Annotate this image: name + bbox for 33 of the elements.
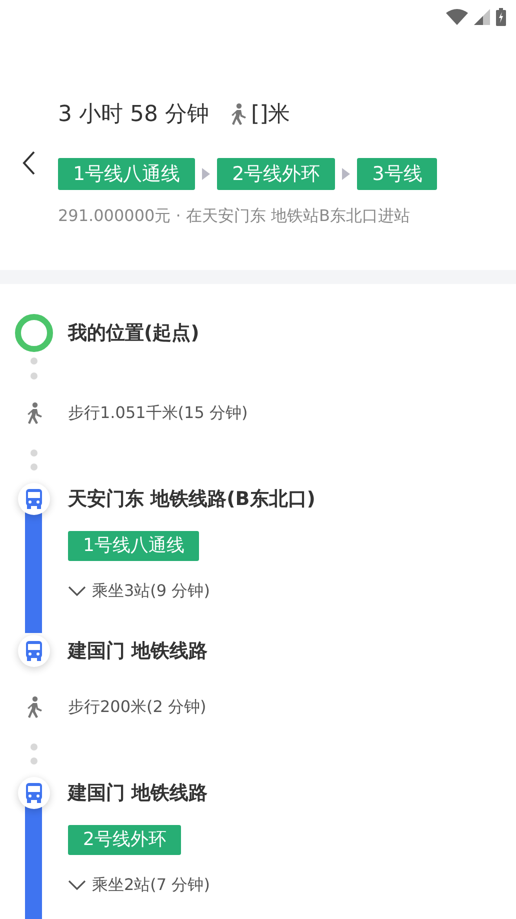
ride-info[interactable]: 乘坐3站(9 分钟) — [92, 580, 210, 602]
line-tag: 3号线 — [357, 158, 438, 190]
expand-icon[interactable] — [68, 880, 86, 890]
dotted-connector — [30, 357, 38, 381]
walk-instruction: 步行200米(2 分钟) — [68, 696, 206, 718]
start-marker — [15, 314, 53, 352]
bus-icon — [25, 641, 43, 661]
line-tag: 2号线外环 — [68, 825, 182, 855]
arrow-icon — [342, 168, 350, 180]
wifi-icon — [446, 9, 468, 25]
line-tag: 2号线外环 — [217, 158, 336, 190]
walking-icon — [25, 402, 43, 424]
stop-title: 天安门东 地铁线路(B东北口) — [68, 487, 316, 512]
bus-icon — [25, 489, 43, 509]
signal-icon — [474, 9, 490, 25]
dotted-connector — [30, 743, 38, 765]
ride-info[interactable]: 乘坐2站(7 分钟) — [92, 874, 210, 896]
stop-title: 建国门 地铁线路 — [68, 781, 208, 806]
dotted-connector — [30, 449, 38, 471]
line-tag: 1号线八通线 — [58, 158, 196, 190]
walk-instruction: 步行1.051千米(15 分钟) — [68, 402, 248, 424]
walking-icon — [25, 696, 43, 718]
back-icon[interactable] — [22, 151, 36, 175]
stop-title: 建国门 地铁线路 — [68, 639, 208, 664]
trip-duration: 3 小时 58 分钟 — [58, 101, 209, 129]
walk-distance: []米 — [250, 101, 290, 129]
bus-icon — [25, 783, 43, 803]
line-tag: 1号线八通线 — [68, 531, 200, 561]
stop-title: 我的位置(起点) — [68, 321, 200, 346]
route-summary: 291.000000元 · 在天安门东 地铁站B东北口进站 — [57, 206, 412, 227]
battery-icon — [496, 8, 506, 26]
arrow-icon — [202, 168, 210, 180]
expand-icon[interactable] — [68, 586, 86, 596]
